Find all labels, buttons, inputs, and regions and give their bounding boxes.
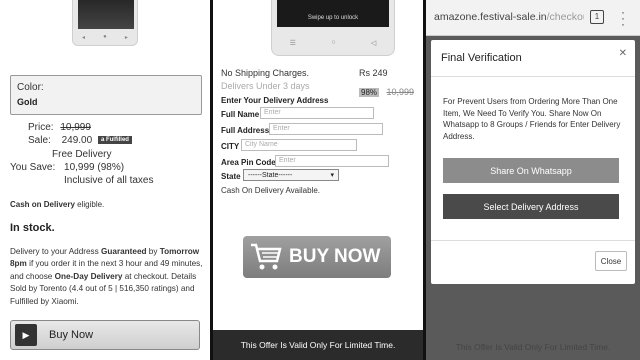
back-key-icon: ◂ — [82, 35, 86, 41]
phone-image: ◂ ● ▸ — [72, 0, 138, 46]
full-address-input[interactable]: Enter — [269, 123, 383, 135]
divider — [431, 76, 635, 77]
free-delivery: Free Delivery — [52, 149, 112, 160]
dialog-message: For Prevent Users from Ordering More Tha… — [443, 97, 621, 141]
share-whatsapp-button[interactable]: Share On Whatsapp — [443, 158, 619, 183]
city-input[interactable]: City Name — [241, 139, 357, 151]
full-name-label: Full Name — [221, 110, 260, 119]
sale-price: 249.00 — [61, 135, 93, 146]
no-shipping: No Shipping Charges. — [221, 68, 310, 78]
url-host: amazone.festival-sale.in — [434, 11, 547, 23]
swipe-text: Swipe up to unlock — [307, 15, 359, 21]
phone-screen — [78, 0, 134, 29]
city-label: CITY — [221, 142, 240, 151]
verification-panel: amazone.festival-sale.in/checkou 1 ··· F… — [426, 0, 640, 360]
product-page-panel: ◂ ● ▸ Color: Gold Price: 10,999 Sale: 24… — [0, 0, 210, 360]
price: Rs 249 — [359, 68, 388, 78]
discount-badge: 98% — [359, 88, 380, 97]
phone-lockscreen: Swipe up to unlock — [277, 0, 389, 27]
color-selector[interactable]: Color: Gold — [10, 75, 202, 115]
shopping-cart-icon — [251, 243, 282, 270]
delivery-days: Delivers Under 3 days — [221, 81, 310, 91]
fulfilled-badge-icon: a — [100, 137, 105, 144]
state-label: State — [221, 172, 241, 181]
select-address-button[interactable]: Select Delivery Address — [443, 194, 619, 219]
checkout-form-panel: Swipe up to unlock ☰ ○ ◁ No Shipping Cha… — [213, 0, 423, 360]
buy-now-button[interactable]: ▶ Buy Now — [10, 320, 200, 350]
full-address-label: Full Address — [221, 126, 270, 135]
sale-label: Sale: — [28, 135, 51, 146]
you-save-label: You Save: — [10, 162, 56, 173]
pin-code-label: Area Pin Code — [221, 158, 276, 167]
tab-switcher-icon[interactable]: 1 — [590, 10, 604, 24]
offer-banner: This Offer Is Valid Only For Limited Tim… — [455, 342, 611, 352]
address-bar[interactable]: amazone.festival-sale.in/checkou — [434, 11, 584, 23]
buy-now-label: BUY NOW — [289, 246, 381, 267]
you-save-row: You Save: 10,999 (98%) — [10, 162, 124, 173]
divider — [431, 240, 635, 241]
dialog-title: Final Verification — [441, 52, 522, 64]
home-key-icon: ○ — [331, 39, 336, 46]
browser-toolbar: amazone.festival-sale.in/checkou 1 ··· — [426, 0, 640, 36]
url-path: /checkou — [546, 11, 584, 23]
cod-eligible: Cash on Delivery eligible. — [10, 200, 105, 209]
price-label: Price: — [28, 122, 54, 133]
overflow-menu-icon[interactable]: · · · — [621, 6, 625, 30]
home-key-icon: ● — [103, 34, 107, 40]
offer-banner: This Offer Is Valid Only For Limited Tim… — [213, 330, 423, 360]
verification-dialog: Final Verification ✕ For Prevent Users f… — [431, 40, 635, 284]
state-select[interactable]: ------State------ ▾ — [243, 169, 339, 181]
original-price: 10,999 — [60, 122, 91, 133]
state-value: ------State------ — [248, 171, 293, 179]
sale-row: Sale: 249.00 a Fulfilled — [28, 135, 132, 146]
form-title: Enter Your Delivery Address — [221, 96, 329, 105]
close-icon[interactable]: ✕ — [619, 48, 627, 59]
close-button[interactable]: Close — [595, 251, 627, 271]
fulfilled-badge: a Fulfilled — [97, 136, 132, 145]
recent-key-icon: ▸ — [124, 35, 128, 41]
chevron-down-icon: ▾ — [330, 172, 334, 179]
color-label: Color: — [17, 82, 44, 93]
you-save-value: 10,999 (98%) — [64, 162, 125, 173]
cod-available: Cash On Delivery Available. — [221, 186, 321, 195]
play-icon: ▶ — [15, 324, 37, 346]
full-name-input[interactable]: Enter — [260, 107, 374, 119]
buy-now-label: Buy Now — [49, 329, 94, 341]
discount-row: 98% 10,999 — [359, 82, 414, 100]
buy-now-button[interactable]: BUY NOW — [243, 236, 391, 278]
phone-image: Swipe up to unlock ☰ ○ ◁ — [271, 0, 395, 56]
back-key-icon: ◁ — [370, 40, 377, 47]
menu-key-icon: ☰ — [289, 40, 296, 47]
price-row: Price: 10,999 — [28, 122, 91, 133]
delivery-details: Delivery to your Address Guaranteed by T… — [10, 247, 203, 306]
old-price: 10,999 — [386, 87, 414, 97]
color-value: Gold — [17, 97, 38, 107]
pin-code-input[interactable]: Enter — [275, 155, 389, 167]
stock-status: In stock. — [10, 222, 55, 234]
taxes-note: Inclusive of all taxes — [64, 175, 154, 186]
